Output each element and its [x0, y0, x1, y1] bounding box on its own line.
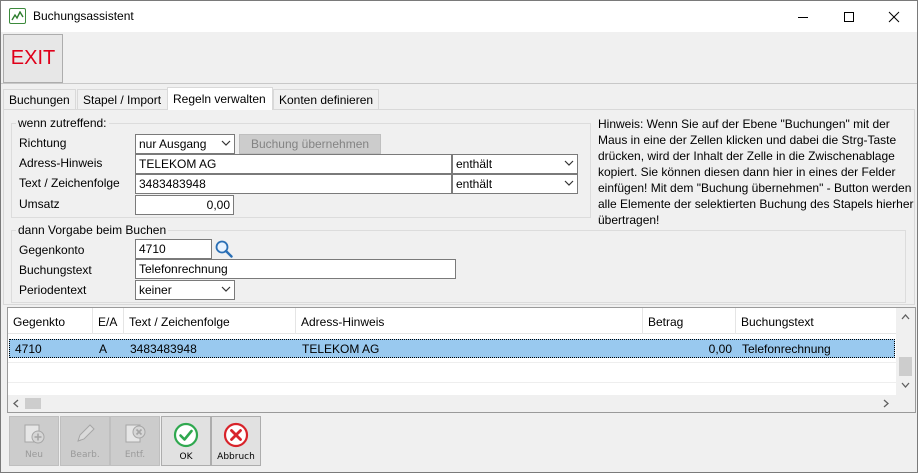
- rules-grid[interactable]: Gegenkto E/A Text / Zeichenfolge Adress-…: [7, 307, 916, 413]
- grid-divider: [8, 362, 896, 363]
- tab-stapel-import[interactable]: Stapel / Import: [77, 89, 168, 109]
- adress-operator-value: enthält: [456, 157, 493, 171]
- cell-text: 3483483948: [130, 342, 197, 356]
- title-bar: Buchungsassistent: [1, 1, 917, 32]
- column-header-adress[interactable]: Adress-Hinweis: [296, 308, 643, 334]
- search-icon: [215, 240, 233, 258]
- scrollbar-corner: [896, 395, 915, 412]
- ok-label: OK: [179, 452, 193, 462]
- buchungstext-input[interactable]: Telefonrechnung: [135, 259, 456, 279]
- periodentext-label: Periodentext: [19, 283, 87, 297]
- maximize-button[interactable]: [826, 1, 872, 32]
- vertical-scrollbar[interactable]: [896, 308, 915, 395]
- edit-button[interactable]: Bearb.: [60, 416, 110, 466]
- column-header-buchungstext[interactable]: Buchungstext: [736, 308, 896, 334]
- adress-label: Adress-Hinweis: [19, 156, 103, 170]
- maximize-icon: [844, 11, 854, 22]
- text-label: Text / Zeichenfolge: [19, 176, 120, 190]
- richtung-label: Richtung: [19, 136, 67, 150]
- column-header-betrag[interactable]: Betrag: [643, 308, 736, 334]
- new-button[interactable]: Neu: [9, 416, 59, 466]
- new-label: Neu: [25, 450, 43, 460]
- gegenkonto-label: Gegenkonto: [19, 243, 85, 257]
- text-operator-value: enthält: [456, 177, 493, 191]
- scroll-up-icon: [901, 314, 910, 320]
- tab-buchungen[interactable]: Buchungen: [3, 89, 76, 109]
- richtung-value: nur Ausgang: [139, 137, 207, 151]
- buchung-uebernehmen-button[interactable]: Buchung übernehmen: [239, 134, 381, 154]
- richtung-select[interactable]: nur Ausgang: [135, 134, 235, 154]
- cell-buchungstext: Telefonrechnung: [742, 342, 831, 356]
- bottom-toolbar: Neu Bearb. Entf. OK Abbruch: [3, 414, 915, 470]
- gegenkonto-input[interactable]: 4710: [135, 239, 212, 259]
- checkmark-icon: [173, 422, 199, 448]
- defaults-legend: dann Vorgabe beim Buchen: [16, 223, 169, 237]
- scroll-down-icon: [901, 382, 910, 388]
- top-toolbar: EXIT: [1, 32, 917, 84]
- pencil-icon: [77, 424, 95, 442]
- cell-ea: A: [99, 342, 108, 356]
- cancel-icon: [223, 422, 249, 448]
- delete-document-icon: [125, 424, 146, 443]
- cell-gegenkto: 4710: [15, 342, 42, 356]
- chevron-down-icon: [564, 160, 574, 166]
- table-row[interactable]: 4710 A 3483483948 TELEKOM AG 0,00 Telefo…: [9, 339, 895, 358]
- delete-label: Entf.: [124, 450, 146, 460]
- window-title: Buchungsassistent: [33, 9, 134, 23]
- cell-betrag: 0,00: [708, 342, 732, 356]
- cancel-button[interactable]: Abbruch: [211, 416, 261, 466]
- adress-operator-select[interactable]: enthält: [452, 154, 578, 174]
- minimize-button[interactable]: [780, 1, 826, 32]
- buchungstext-label: Buchungstext: [19, 263, 92, 277]
- close-icon: [888, 11, 900, 22]
- text-input[interactable]: 3483483948: [135, 174, 452, 194]
- cell-adresse: TELEKOM AG: [302, 342, 380, 356]
- search-button[interactable]: [214, 239, 234, 259]
- periodentext-select[interactable]: keiner: [135, 280, 235, 300]
- edit-label: Bearb.: [70, 450, 100, 460]
- vertical-scroll-thumb[interactable]: [899, 357, 912, 376]
- hint-text: Hinweis: Wenn Sie auf der Ebene "Buchung…: [598, 117, 914, 227]
- ok-button[interactable]: OK: [161, 416, 211, 466]
- adress-input[interactable]: TELEKOM AG: [135, 154, 452, 174]
- chevron-down-icon: [564, 180, 574, 186]
- tab-konten-definieren[interactable]: Konten definieren: [273, 89, 379, 109]
- chevron-down-icon: [221, 286, 231, 292]
- column-header-ea[interactable]: E/A: [93, 308, 124, 334]
- app-icon: [9, 8, 26, 24]
- add-document-icon: [24, 424, 45, 444]
- scroll-left-icon: [13, 399, 19, 408]
- cancel-label: Abbruch: [217, 452, 255, 462]
- condition-legend: wenn zutreffend:: [16, 116, 109, 130]
- grid-divider: [8, 382, 896, 383]
- column-header-text[interactable]: Text / Zeichenfolge: [124, 308, 296, 334]
- delete-button[interactable]: Entf.: [110, 416, 160, 466]
- chevron-down-icon: [221, 140, 231, 146]
- text-operator-select[interactable]: enthält: [452, 174, 578, 194]
- periodentext-value: keiner: [139, 283, 172, 297]
- horizontal-scrollbar[interactable]: [8, 395, 915, 412]
- window: Buchungsassistent EXIT Buchungen Stapel …: [0, 0, 918, 473]
- exit-button[interactable]: EXIT: [3, 34, 63, 83]
- umsatz-input[interactable]: 0,00: [135, 195, 234, 215]
- minimize-icon: [798, 16, 808, 18]
- grid-header: Gegenkto E/A Text / Zeichenfolge Adress-…: [8, 308, 896, 334]
- scroll-right-icon: [883, 399, 889, 408]
- umsatz-label: Umsatz: [19, 197, 60, 211]
- column-header-gegenkto[interactable]: Gegenkto: [8, 308, 93, 334]
- close-button[interactable]: [871, 1, 917, 32]
- horizontal-scroll-thumb[interactable]: [25, 398, 41, 409]
- tab-regeln-verwalten[interactable]: Regeln verwalten: [167, 87, 273, 110]
